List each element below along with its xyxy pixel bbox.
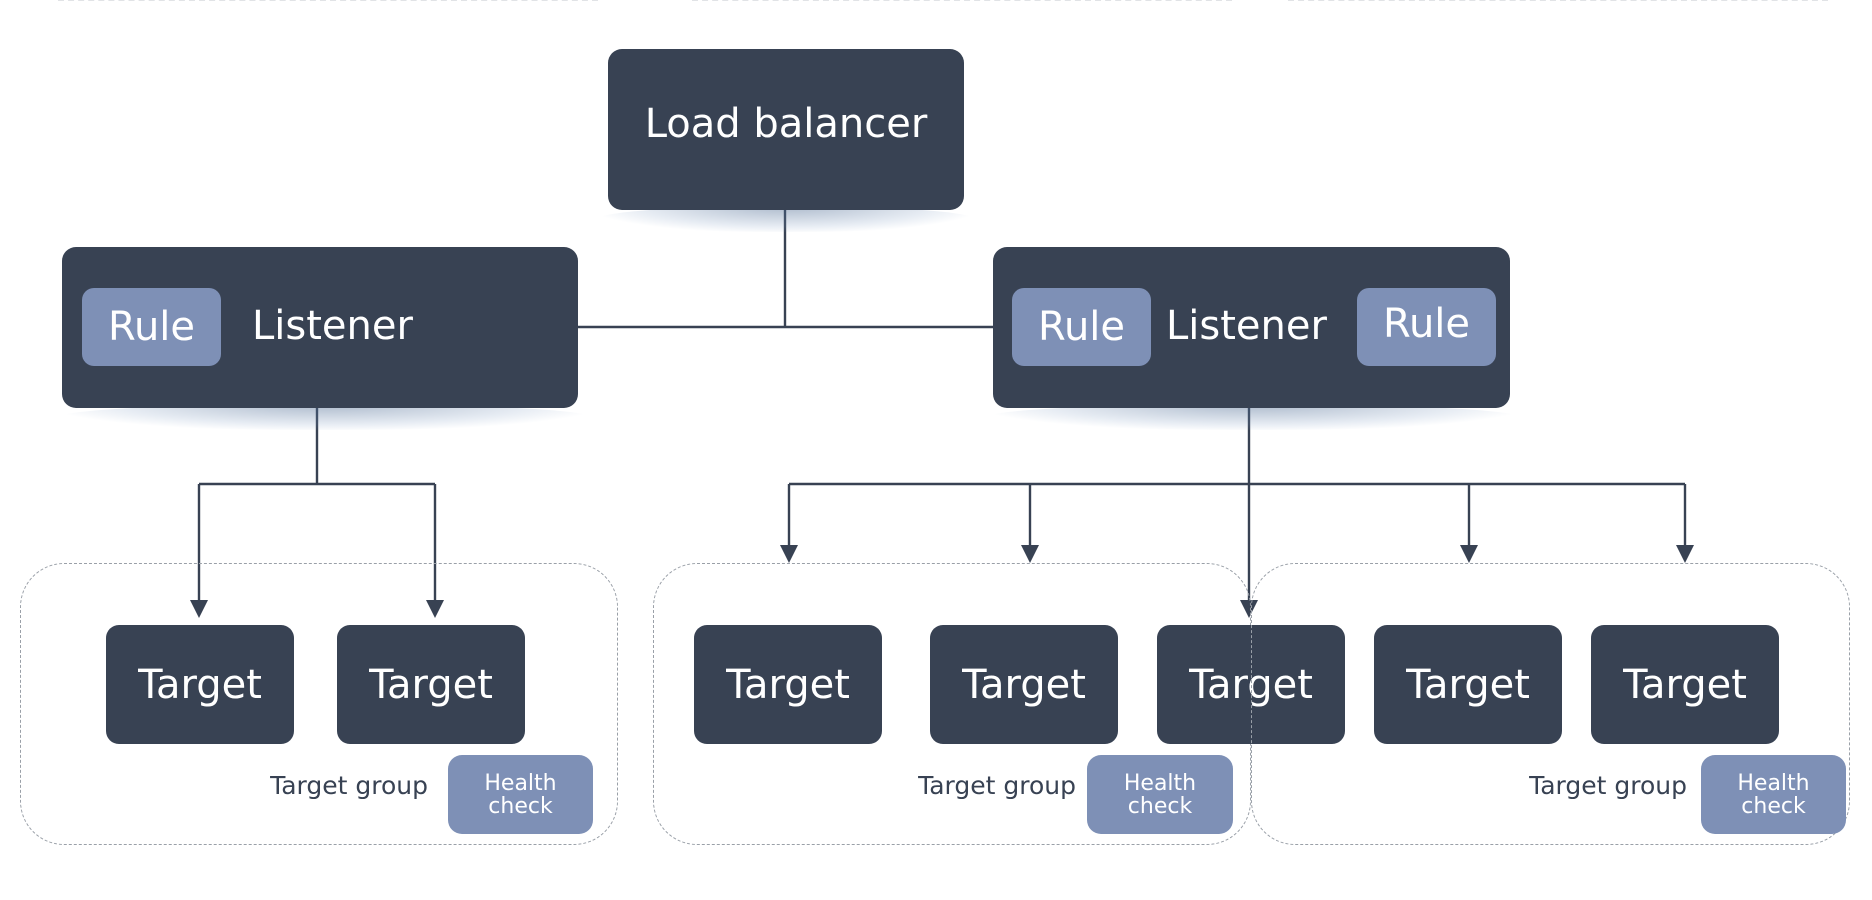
load-balancer-label: Load balancer bbox=[644, 100, 928, 147]
target-group-label: Target group bbox=[918, 771, 1076, 800]
listener-node-left[interactable]: Rule Listener bbox=[62, 247, 578, 408]
health-check-chip[interactable]: Health check bbox=[1087, 755, 1233, 834]
arrowhead bbox=[1676, 545, 1694, 563]
rule-chip[interactable]: Rule bbox=[1012, 288, 1151, 366]
rule-chip[interactable]: Rule bbox=[82, 288, 221, 366]
target-label: Target bbox=[962, 661, 1086, 708]
target-group-label: Target group bbox=[270, 771, 428, 800]
target-node[interactable]: Target bbox=[1591, 625, 1779, 744]
arrowhead bbox=[780, 545, 798, 563]
rule-label: Rule bbox=[1037, 304, 1126, 350]
arrowhead bbox=[1021, 545, 1039, 563]
health-check-label: Health check bbox=[1737, 770, 1810, 819]
arrowhead bbox=[1460, 545, 1478, 563]
target-group-label: Target group bbox=[1529, 771, 1687, 800]
listener-label: Listener bbox=[252, 303, 413, 349]
listener-label: Listener bbox=[1166, 303, 1327, 349]
load-balancer-node[interactable]: Load balancer bbox=[608, 49, 964, 210]
health-check-chip[interactable]: Health check bbox=[448, 755, 593, 834]
target-node[interactable]: Target bbox=[694, 625, 882, 744]
rule-chip[interactable]: Rule bbox=[1357, 288, 1496, 366]
listener-node-right[interactable]: Rule Listener Rule bbox=[993, 247, 1510, 408]
target-label: Target bbox=[1623, 661, 1747, 708]
target-label: Target bbox=[726, 661, 850, 708]
health-check-chip[interactable]: Health check bbox=[1701, 755, 1846, 834]
target-node[interactable]: Target bbox=[1374, 625, 1562, 744]
rule-label: Rule bbox=[107, 304, 196, 350]
target-label: Target bbox=[1406, 661, 1530, 708]
target-node[interactable]: Target bbox=[106, 625, 294, 744]
rule-label: Rule bbox=[1382, 301, 1471, 347]
target-node[interactable]: Target bbox=[930, 625, 1118, 744]
health-check-label: Health check bbox=[1123, 770, 1197, 819]
health-check-label: Health check bbox=[484, 770, 557, 819]
target-label: Target bbox=[138, 661, 262, 708]
target-node[interactable]: Target bbox=[337, 625, 525, 744]
target-label: Target bbox=[369, 661, 493, 708]
